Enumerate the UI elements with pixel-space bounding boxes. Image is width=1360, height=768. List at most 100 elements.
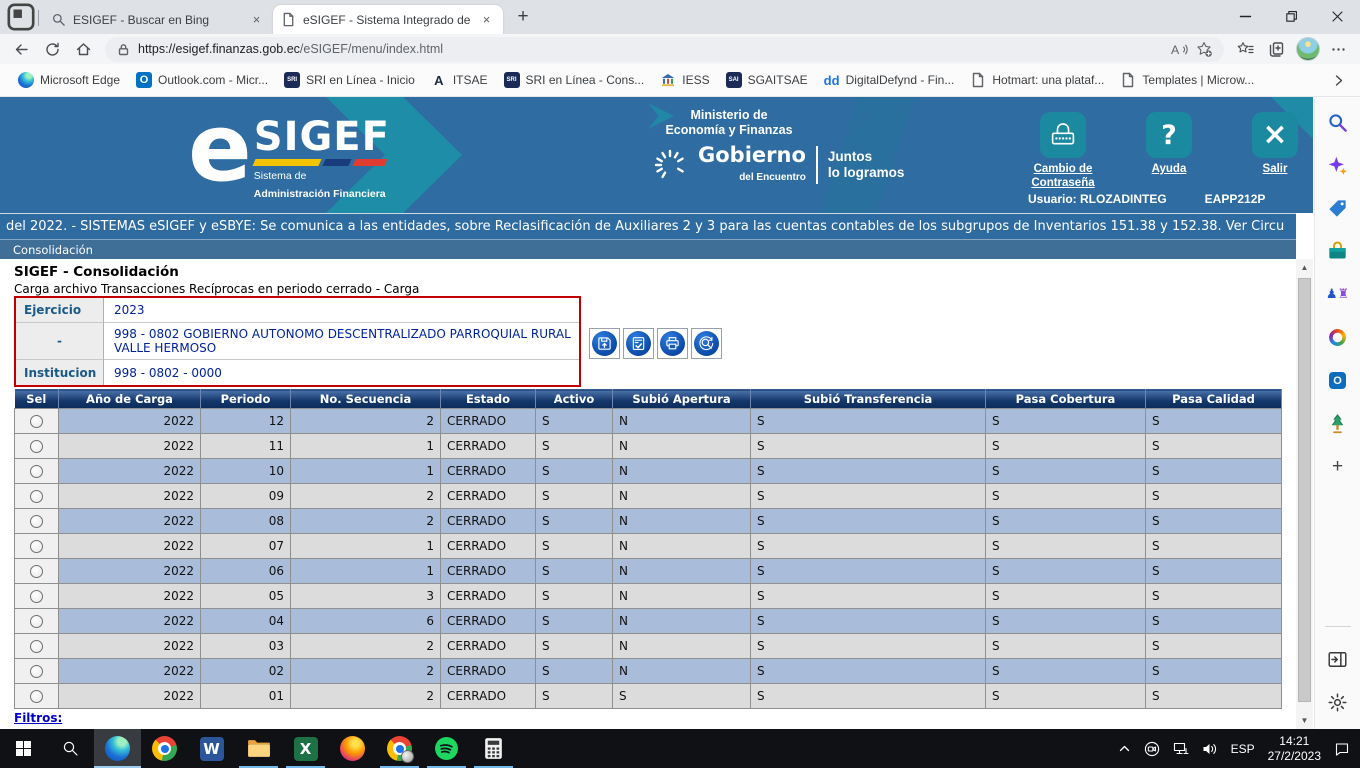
m365-icon[interactable] <box>1327 327 1348 348</box>
home-button[interactable] <box>70 36 97 63</box>
address-bar[interactable]: https://esigef.finanzas.gob.ec/eSIGEF/me… <box>105 37 1224 62</box>
tab-actions-icon[interactable] <box>6 2 36 32</box>
logout-button[interactable]: × Salir <box>1234 112 1313 190</box>
add-sidebar-icon[interactable]: + <box>1327 456 1348 477</box>
col-pasa-calidad[interactable]: Pasa Calidad <box>1146 390 1282 409</box>
row-select-radio[interactable] <box>30 565 43 578</box>
outlook-sidebar-icon[interactable]: O <box>1327 370 1348 391</box>
meet-now-icon[interactable] <box>1144 741 1160 757</box>
tab-bing-search[interactable]: ESIGEF - Buscar en Bing × <box>43 5 273 34</box>
col-periodo[interactable]: Periodo <box>201 390 291 409</box>
bookmark-item[interactable]: Templates | Microw... <box>1112 68 1262 92</box>
profile-button[interactable] <box>1294 36 1321 63</box>
games-icon[interactable]: ♟♜ <box>1327 284 1348 305</box>
col-estado[interactable]: Estado <box>441 390 536 409</box>
taskbar-chrome-button[interactable] <box>141 729 188 768</box>
row-select-radio[interactable] <box>30 640 43 653</box>
tools-icon[interactable] <box>1327 241 1348 262</box>
search-refresh-button[interactable] <box>691 328 722 359</box>
bookmark-item[interactable]: Hotmart: una plataf... <box>962 68 1112 92</box>
row-select-radio[interactable] <box>30 590 43 603</box>
taskbar-chrome-badge-button[interactable] <box>376 729 423 768</box>
tab-esigef[interactable]: eSIGEF - Sistema Integrado de Ge × <box>273 5 503 34</box>
taskbar-calculator-button[interactable] <box>470 729 517 768</box>
row-select-radio[interactable] <box>30 515 43 528</box>
row-select-radio[interactable] <box>30 540 43 553</box>
panel-icon[interactable] <box>1327 649 1348 670</box>
refresh-button[interactable] <box>39 36 66 63</box>
row-select-radio[interactable] <box>30 690 43 703</box>
sidebar-search-icon[interactable] <box>1327 112 1348 133</box>
taskbar-taskbar-search-button[interactable] <box>47 729 94 768</box>
taskbar-start-button[interactable] <box>0 729 47 768</box>
scroll-down-icon[interactable]: ▼ <box>1296 712 1313 729</box>
upload-save-button[interactable] <box>589 328 620 359</box>
taskbar-explorer-button[interactable] <box>235 729 282 768</box>
cell-anio: 2022 <box>59 484 201 509</box>
bookmarks-overflow-chevron-icon[interactable] <box>1326 68 1350 92</box>
settings-gear-icon[interactable] <box>1327 692 1348 713</box>
print-button[interactable] <box>657 328 688 359</box>
cell-pasa-calidad: S <box>1146 559 1282 584</box>
shopping-icon[interactable] <box>1327 198 1348 219</box>
bookmark-item[interactable]: SRI SRI en Línea - Cons... <box>496 68 653 92</box>
new-tab-button[interactable]: + <box>509 3 537 31</box>
action-center-icon[interactable] <box>1334 741 1350 757</box>
col-secuencia[interactable]: No. Secuencia <box>291 390 441 409</box>
tab-close-icon[interactable]: × <box>248 11 265 28</box>
row-select-radio[interactable] <box>30 440 43 453</box>
col-subio-apertura[interactable]: Subió Apertura <box>613 390 751 409</box>
taskbar-clock[interactable]: 14:2127/2/2023 <box>1268 734 1321 763</box>
restore-button[interactable] <box>1268 0 1314 33</box>
help-button[interactable]: ? Ayuda <box>1128 112 1210 190</box>
bookmark-item[interactable]: IESS <box>652 68 717 92</box>
discover-icon[interactable] <box>1327 155 1348 176</box>
tab-close-icon[interactable]: × <box>478 11 495 28</box>
col-pasa-cobertura[interactable]: Pasa Cobertura <box>986 390 1146 409</box>
add-favorite-icon[interactable] <box>1196 41 1212 57</box>
hidden-icons-chevron-icon[interactable] <box>1118 742 1131 755</box>
row-select-radio[interactable] <box>30 665 43 678</box>
language-indicator[interactable]: ESP <box>1231 742 1255 756</box>
page-scrollbar[interactable]: ▲ ▼ <box>1296 259 1313 729</box>
cell-anio: 2022 <box>59 434 201 459</box>
col-activo[interactable]: Activo <box>536 390 613 409</box>
bookmark-item[interactable]: A ITSAE <box>423 68 496 92</box>
favorites-button[interactable] <box>1232 36 1259 63</box>
network-icon[interactable] <box>1173 741 1189 757</box>
bookmark-item[interactable]: SRI SRI en Línea - Inicio <box>276 68 423 92</box>
scrollbar-thumb[interactable] <box>1298 278 1311 702</box>
validate-button[interactable] <box>623 328 654 359</box>
scroll-up-icon[interactable]: ▲ <box>1296 259 1313 276</box>
volume-icon[interactable] <box>1202 741 1218 757</box>
bookmark-item[interactable]: O Outlook.com - Micr... <box>128 68 276 92</box>
col-subio-transferencia[interactable]: Subió Transferencia <box>751 390 986 409</box>
close-button[interactable] <box>1314 0 1360 33</box>
logo-subtitle-2: Administración Financiera <box>254 188 386 200</box>
bookmark-item[interactable]: Microsoft Edge <box>10 68 128 92</box>
col-anio[interactable]: Año de Carga <box>59 390 201 409</box>
taskbar-excel-button[interactable]: X <box>282 729 329 768</box>
cell-pasa-cobertura: S <box>986 484 1146 509</box>
taskbar-firefox-button[interactable] <box>329 729 376 768</box>
change-password-button[interactable]: Cambio de Contraseña <box>1022 112 1104 190</box>
taskbar-word-button[interactable]: W <box>188 729 235 768</box>
read-aloud-icon[interactable]: A <box>1171 42 1188 57</box>
tree-icon[interactable] <box>1327 413 1348 434</box>
settings-menu-button[interactable] <box>1325 36 1352 63</box>
cell-anio: 2022 <box>59 409 201 434</box>
bookmark-item[interactable]: SAI SGAITSAE <box>718 68 816 92</box>
back-button[interactable] <box>8 36 35 63</box>
taskbar-spotify-button[interactable] <box>423 729 470 768</box>
row-select-radio[interactable] <box>30 615 43 628</box>
filters-link[interactable]: Filtros: <box>14 711 62 725</box>
row-select-radio[interactable] <box>30 490 43 503</box>
collections-button[interactable] <box>1263 36 1290 63</box>
row-select-radio[interactable] <box>30 415 43 428</box>
bookmark-item[interactable]: dd DigitalDefynd - Fin... <box>816 68 963 92</box>
taskbar-edge-button[interactable] <box>94 729 141 768</box>
row-select-radio[interactable] <box>30 465 43 478</box>
minimize-button[interactable] <box>1222 0 1268 33</box>
url-text[interactable]: https://esigef.finanzas.gob.ec/eSIGEF/me… <box>138 42 1163 56</box>
ministry-title: Ministerio deEconomía y Finanzas <box>615 108 843 138</box>
